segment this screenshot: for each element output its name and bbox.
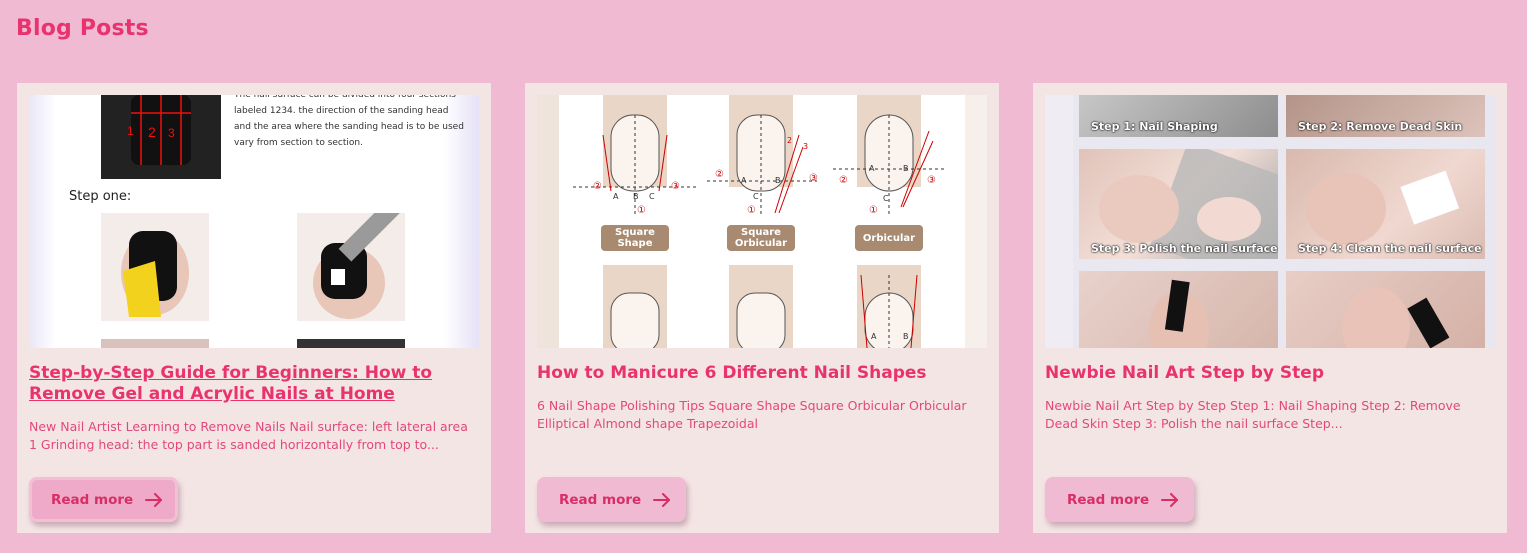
svg-text:②: ② <box>839 175 848 186</box>
diagram-number: 1 <box>127 124 134 138</box>
svg-text:A: A <box>871 332 877 341</box>
svg-text:②: ② <box>715 169 724 180</box>
svg-text:C: C <box>883 194 889 203</box>
svg-text:①: ① <box>747 205 756 216</box>
step-label: Step 2: Remove Dead Skin <box>1298 120 1463 133</box>
arrow-right-icon <box>653 492 671 507</box>
thumbnail-step-label: Step one: <box>69 189 132 204</box>
step-photo <box>297 213 405 321</box>
post-excerpt: New Nail Artist Learning to Remove Nails… <box>29 419 468 452</box>
step-label: Step 1: Nail Shaping <box>1091 120 1218 133</box>
blog-post-card: ② ③ A B C ① ② ③ A B C ① 2 3 ② ③ A B C ① … <box>525 83 999 533</box>
post-excerpt: 6 Nail Shape Polishing Tips Square Shape… <box>537 398 967 431</box>
read-more-label: Read more <box>559 491 642 508</box>
svg-text:C: C <box>649 192 655 201</box>
svg-text:①: ① <box>637 205 646 216</box>
step-label: Step 3: Polish the nail surface <box>1091 242 1278 255</box>
read-more-label: Read more <box>51 491 134 508</box>
step-label: Step 4: Clean the nail surface <box>1298 242 1482 255</box>
shape-badge: Square Shape <box>601 225 669 251</box>
svg-text:②: ② <box>593 181 602 192</box>
arrow-right-icon <box>1161 492 1179 507</box>
diagram-number: 2 <box>148 124 156 140</box>
svg-text:A: A <box>869 164 875 173</box>
svg-text:2: 2 <box>787 136 792 145</box>
read-more-button[interactable]: Read more <box>537 477 686 522</box>
read-more-label: Read more <box>1067 491 1150 508</box>
post-excerpt: Newbie Nail Art Step by Step Step 1: Nai… <box>1045 398 1461 431</box>
svg-text:③: ③ <box>927 175 936 186</box>
svg-text:B: B <box>903 164 909 173</box>
read-more-button[interactable]: Read more <box>1045 477 1194 522</box>
step-photo <box>101 213 209 321</box>
diagram-number: 3 <box>168 126 175 140</box>
blog-post-card: 1 2 3 The nail surface can be divided in… <box>17 83 491 533</box>
step-photo <box>297 339 405 348</box>
post-thumbnail[interactable]: Step 1: Nail Shaping Step 2: Remove Dead… <box>1045 95 1495 348</box>
thumbnail-text: The nail surface can be divided into fou… <box>234 95 464 148</box>
shape-badge: Square Orbicular <box>727 225 795 251</box>
arrow-right-icon <box>145 492 163 507</box>
step-photo: Step 3: Polish the nail surface <box>1079 149 1278 259</box>
svg-text:B: B <box>633 192 639 201</box>
step-photo: Step 2: Remove Dead Skin <box>1286 95 1485 137</box>
svg-text:①: ① <box>869 205 878 216</box>
post-thumbnail[interactable]: 1 2 3 The nail surface can be divided in… <box>29 95 479 348</box>
nail-diagram-image: 1 2 3 <box>101 95 221 179</box>
nail-shapes-diagram: ② ③ A B C ① ② ③ A B C ① 2 3 ② ③ A B C ① … <box>537 95 987 348</box>
post-title-link[interactable]: Newbie Nail Art Step by Step <box>1045 363 1495 384</box>
svg-text:A: A <box>741 176 747 185</box>
step-photo <box>1079 271 1278 348</box>
svg-text:A: A <box>613 192 619 201</box>
blog-post-card: Step 1: Nail Shaping Step 2: Remove Dead… <box>1033 83 1507 533</box>
svg-text:3: 3 <box>803 142 808 151</box>
post-title-link[interactable]: Step-by-Step Guide for Beginners: How to… <box>29 363 479 405</box>
svg-text:C: C <box>753 192 759 201</box>
step-photo: Step 1: Nail Shaping <box>1079 95 1278 137</box>
svg-text:③: ③ <box>671 181 680 192</box>
svg-text:B: B <box>903 332 909 341</box>
post-thumbnail[interactable]: ② ③ A B C ① ② ③ A B C ① 2 3 ② ③ A B C ① … <box>537 95 987 348</box>
shape-badge: Orbicular <box>855 225 923 251</box>
step-photo <box>1286 271 1485 348</box>
svg-text:③: ③ <box>809 173 818 184</box>
read-more-button[interactable]: Read more <box>29 477 178 522</box>
step-photo <box>101 339 209 348</box>
post-title-link[interactable]: How to Manicure 6 Different Nail Shapes <box>537 363 987 384</box>
step-photo: Step 4: Clean the nail surface <box>1286 149 1485 259</box>
svg-text:B: B <box>775 176 781 185</box>
page-title: Blog Posts <box>16 16 149 41</box>
